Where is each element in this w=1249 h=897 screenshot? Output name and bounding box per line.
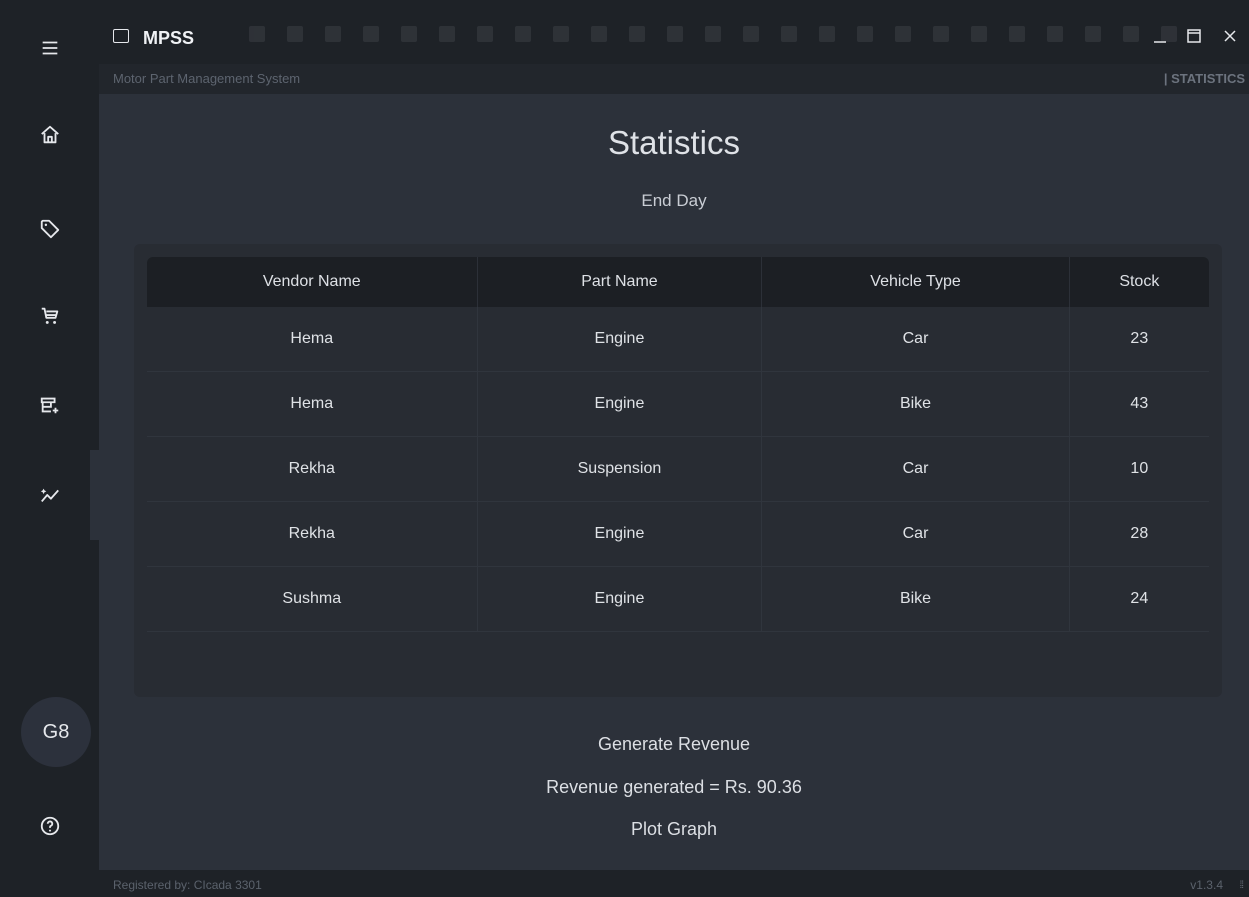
sidebar-item-home[interactable] bbox=[0, 105, 99, 165]
part-cell: Engine bbox=[477, 371, 763, 437]
tag-icon bbox=[40, 219, 59, 239]
page-title: Statistics bbox=[607, 124, 741, 161]
sidebar: G8 bbox=[0, 0, 99, 897]
menu-button[interactable] bbox=[0, 18, 99, 78]
title-bar: MPSS bbox=[99, 0, 1249, 64]
avatar[interactable]: G8 bbox=[21, 697, 91, 767]
app-title: MPSS bbox=[143, 28, 195, 48]
vendor-cell: Sushma bbox=[147, 566, 478, 632]
table-row[interactable]: Rekha Engine Car 28 bbox=[147, 501, 1209, 567]
help-icon bbox=[40, 816, 59, 836]
store-add-icon bbox=[40, 397, 58, 414]
minimize-icon bbox=[1154, 41, 1166, 43]
subtitle-bar: Motor Part Management System | STATISTIC… bbox=[99, 64, 1249, 94]
stock-table: Vendor Name Part Name Vehicle Type Stock… bbox=[147, 257, 1209, 632]
stock-cell: 28 bbox=[1069, 501, 1209, 567]
help-button[interactable] bbox=[0, 796, 99, 856]
home-icon bbox=[40, 125, 59, 144]
table-row[interactable]: Sushma Engine Bike 24 bbox=[147, 566, 1209, 632]
section-label: | STATISTICS bbox=[1163, 71, 1245, 86]
sparkle-chart-icon bbox=[40, 488, 59, 503]
part-cell: Suspension bbox=[477, 436, 763, 502]
cart-icon bbox=[41, 307, 58, 324]
stock-cell: 23 bbox=[1069, 307, 1209, 372]
stock-cell: 10 bbox=[1069, 436, 1209, 502]
stock-cell: 24 bbox=[1069, 566, 1209, 632]
part-cell: Engine bbox=[477, 307, 763, 372]
background-toolbar bbox=[249, 26, 1177, 46]
resize-grip-icon[interactable]: ⁞⁞ bbox=[1239, 880, 1243, 891]
vendor-cell: Rekha bbox=[147, 436, 478, 502]
stock-cell: 43 bbox=[1069, 371, 1209, 437]
sidebar-item-add-store[interactable] bbox=[0, 375, 99, 435]
column-header[interactable]: Vendor Name bbox=[147, 257, 478, 307]
stock-table-card: Vendor Name Part Name Vehicle Type Stock… bbox=[134, 244, 1222, 697]
column-header[interactable]: Stock bbox=[1069, 257, 1209, 307]
plot-graph-button[interactable]: Plot Graph bbox=[99, 819, 1249, 840]
vendor-cell: Hema bbox=[147, 307, 478, 372]
registered-label: Registered by: CIcada 3301 bbox=[113, 878, 262, 892]
maximize-button[interactable] bbox=[1177, 22, 1211, 50]
revenue-result-text: Revenue generated = Rs. 90.36 bbox=[546, 777, 802, 797]
column-header[interactable]: Vehicle Type bbox=[761, 257, 1070, 307]
generate-revenue-button[interactable]: Generate Revenue bbox=[99, 734, 1249, 755]
part-cell: Engine bbox=[477, 501, 763, 567]
page-subtitle: End Day bbox=[641, 191, 707, 210]
version-label: v1.3.4 bbox=[1190, 878, 1223, 892]
column-header[interactable]: Part Name bbox=[477, 257, 763, 307]
maximize-icon bbox=[1187, 29, 1201, 43]
vehicle-cell: Car bbox=[761, 436, 1070, 502]
sidebar-item-statistics[interactable] bbox=[0, 465, 99, 525]
minimize-button[interactable] bbox=[1143, 22, 1177, 50]
vendor-cell: Hema bbox=[147, 371, 478, 437]
terminal-icon bbox=[113, 29, 129, 43]
table-header-row: Vendor Name Part Name Vehicle Type Stock bbox=[147, 257, 1209, 307]
part-cell: Engine bbox=[477, 566, 763, 632]
status-bar: Registered by: CIcada 3301 v1.3.4 ⁞⁞ bbox=[99, 870, 1249, 897]
app-subtitle: Motor Part Management System bbox=[113, 71, 301, 86]
vendor-cell: Rekha bbox=[147, 501, 478, 567]
vehicle-cell: Bike bbox=[761, 371, 1070, 437]
sidebar-item-tags[interactable] bbox=[0, 199, 99, 259]
close-button[interactable] bbox=[1213, 22, 1247, 50]
close-icon bbox=[1224, 30, 1236, 42]
vehicle-cell: Car bbox=[761, 307, 1070, 372]
hamburger-menu-icon bbox=[42, 41, 57, 55]
main-content: Statistics End Day Vendor Name Part Name… bbox=[99, 94, 1249, 870]
vehicle-cell: Car bbox=[761, 501, 1070, 567]
table-row[interactable]: Rekha Suspension Car 10 bbox=[147, 436, 1209, 502]
vehicle-cell: Bike bbox=[761, 566, 1070, 632]
table-row[interactable]: Hema Engine Bike 43 bbox=[147, 371, 1209, 437]
sidebar-item-cart[interactable] bbox=[0, 286, 99, 346]
table-row[interactable]: Hema Engine Car 23 bbox=[147, 307, 1209, 372]
